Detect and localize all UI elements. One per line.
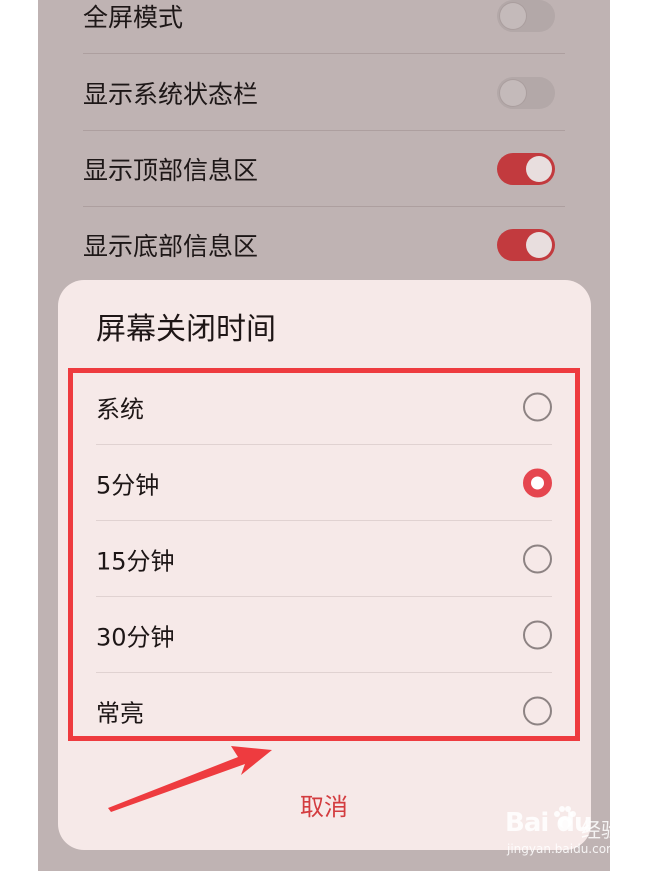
- settings-row-top-info[interactable]: 显示顶部信息区: [83, 131, 565, 207]
- settings-label: 显示系统状态栏: [83, 79, 259, 109]
- option-system[interactable]: 系统: [96, 369, 552, 445]
- option-5-min[interactable]: 5分钟: [96, 445, 552, 521]
- option-label: 30分钟: [96, 623, 175, 651]
- settings-row-status-bar[interactable]: 显示系统状态栏: [83, 55, 565, 131]
- option-30-min[interactable]: 30分钟: [96, 597, 552, 673]
- status-bar-toggle[interactable]: [497, 76, 555, 109]
- settings-label: 显示顶部信息区: [83, 155, 259, 185]
- option-label: 常亮: [96, 699, 144, 728]
- dialog-title: 屏幕关闭时间: [96, 312, 276, 347]
- radio-button[interactable]: [523, 696, 552, 726]
- settings-row-bottom-info[interactable]: 显示底部信息区: [83, 207, 565, 283]
- option-label: 15分钟: [96, 547, 175, 575]
- settings-label: 全屏模式: [83, 2, 184, 32]
- top-info-toggle[interactable]: [497, 152, 555, 185]
- screen-timeout-dialog: 屏幕关闭时间 系统 5分钟 15分钟 30分钟 常亮 取消: [58, 280, 591, 850]
- toggle-knob: [500, 79, 526, 106]
- settings-label: 显示底部信息区: [83, 232, 259, 261]
- fullscreen-toggle[interactable]: [497, 0, 555, 32]
- toggle-knob: [526, 232, 552, 258]
- option-label: 5分钟: [96, 471, 160, 499]
- toggle-knob: [526, 155, 552, 182]
- radio-button[interactable]: [523, 620, 552, 649]
- option-label: 系统: [96, 395, 144, 423]
- toggle-knob: [500, 2, 526, 29]
- cancel-button[interactable]: 取消: [224, 785, 424, 829]
- radio-button-selected[interactable]: [523, 468, 552, 497]
- settings-row-fullscreen[interactable]: 全屏模式: [83, 0, 565, 54]
- radio-button[interactable]: [523, 392, 552, 421]
- bottom-info-toggle[interactable]: [497, 229, 555, 261]
- radio-button[interactable]: [523, 544, 552, 573]
- option-always-on[interactable]: 常亮: [96, 673, 552, 749]
- option-15-min[interactable]: 15分钟: [96, 521, 552, 597]
